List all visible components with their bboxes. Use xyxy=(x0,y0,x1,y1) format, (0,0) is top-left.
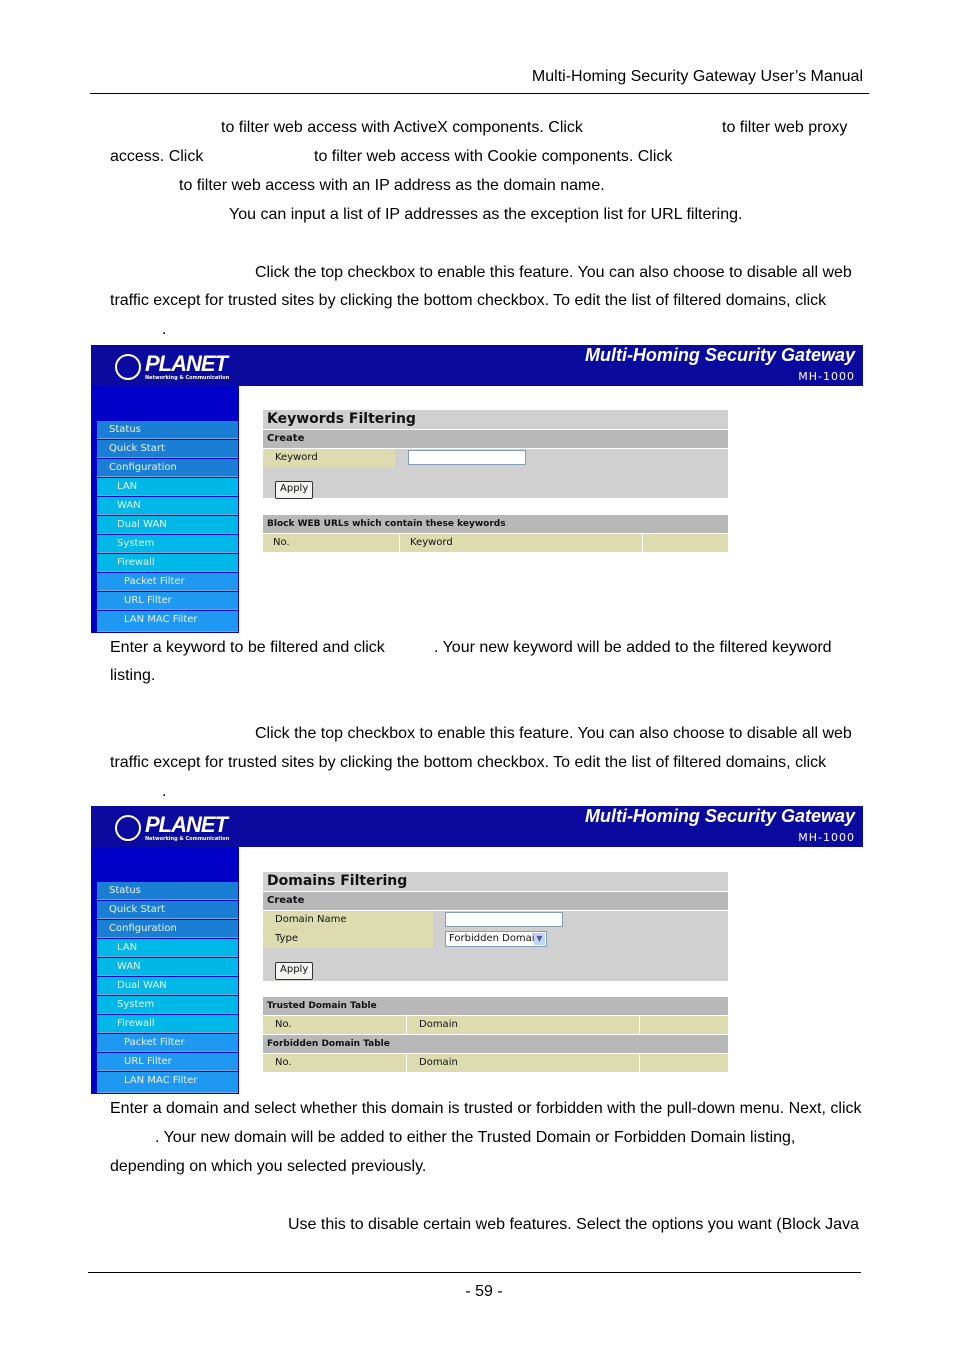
create-header: Create xyxy=(263,430,728,448)
col-no: No. xyxy=(263,1016,407,1034)
text: to filter web access with ActiveX compon… xyxy=(221,119,583,136)
text: traffic except for trusted sites by clic… xyxy=(110,754,827,771)
menu-dual-wan[interactable]: Dual WAN xyxy=(97,516,238,534)
apply-row: Apply xyxy=(263,468,728,499)
text: You can input a list of IP addresses as … xyxy=(229,206,743,223)
keywords-filtering-screenshot: PLANET Networking & Communication Multi-H… xyxy=(91,345,863,633)
apply-button[interactable]: Apply xyxy=(275,962,314,980)
menu-wan[interactable]: WAN xyxy=(97,497,238,515)
model-name: MH-1000 xyxy=(798,370,855,383)
keyword-input[interactable] xyxy=(408,450,526,465)
text: traffic except for trusted sites by clic… xyxy=(110,292,827,309)
sidebar: Status Quick Start Configuration LAN WAN… xyxy=(91,847,239,1094)
type-row: Type Forbidden Domain ▼ xyxy=(263,930,728,949)
product-title: Multi-Homing Security Gateway xyxy=(584,345,855,365)
text: access. Click xyxy=(110,148,204,165)
sidebar: Status Quick Start Configuration LAN WAN… xyxy=(91,386,239,633)
text: Use this to disable certain web features… xyxy=(288,1216,859,1233)
trusted-table-columns: No. Domain xyxy=(263,1016,728,1034)
menu-quick-start[interactable]: Quick Start xyxy=(97,440,238,458)
app-header: PLANET Networking & Communication Multi-H… xyxy=(91,345,863,386)
menu-system[interactable]: System xyxy=(97,535,238,553)
menu-configuration[interactable]: Configuration xyxy=(97,920,238,938)
menu-firewall[interactable]: Firewall xyxy=(97,554,238,572)
col-no: No. xyxy=(263,534,400,552)
menu-system[interactable]: System xyxy=(97,996,238,1014)
header-rule xyxy=(90,93,869,94)
chevron-down-icon: ▼ xyxy=(534,933,545,945)
page-title: Domains Filtering xyxy=(263,872,728,891)
keyword-table-header: Block WEB URLs which contain these keywo… xyxy=(263,515,728,533)
text: Click the top checkbox to enable this fe… xyxy=(255,725,852,742)
text: to filter web access with Cookie compone… xyxy=(314,148,673,165)
text: . Your new keyword will be added to the … xyxy=(434,639,832,656)
trusted-table-header: Trusted Domain Table xyxy=(263,997,728,1015)
menu-url-filter[interactable]: URL Filter xyxy=(97,1053,238,1071)
product-title: Multi-Homing Security Gateway xyxy=(584,806,855,826)
col-domain: Domain xyxy=(407,1054,640,1072)
page-number: - 59 - xyxy=(465,1283,503,1300)
type-select[interactable]: Forbidden Domain ▼ xyxy=(445,931,547,947)
menu-dual-wan[interactable]: Dual WAN xyxy=(97,977,238,995)
menu-packet-filter[interactable]: Packet Filter xyxy=(97,1034,238,1052)
domain-name-label: Domain Name xyxy=(263,911,433,929)
text: to filter web proxy xyxy=(722,119,848,136)
menu-configuration[interactable]: Configuration xyxy=(97,459,238,477)
keyword-row: Keyword xyxy=(263,449,728,468)
text: listing. xyxy=(110,667,156,684)
page-title: Keywords Filtering xyxy=(263,410,728,429)
text: depending on which you selected previous… xyxy=(110,1158,427,1175)
menu-status[interactable]: Status xyxy=(97,882,238,900)
col-keyword: Keyword xyxy=(400,534,643,552)
menu-status[interactable]: Status xyxy=(97,421,238,439)
text: Click the top checkbox to enable this fe… xyxy=(255,264,852,281)
menu-lan[interactable]: LAN xyxy=(97,939,238,957)
model-name: MH-1000 xyxy=(798,831,855,844)
domain-name-row: Domain Name xyxy=(263,911,728,930)
text: Enter a domain and select whether this d… xyxy=(110,1100,862,1117)
menu-lan-mac-filter[interactable]: LAN MAC Filter xyxy=(97,1072,238,1093)
menu-lan-mac-filter[interactable]: LAN MAC Filter xyxy=(97,611,238,632)
type-label: Type xyxy=(263,930,433,948)
menu-lan[interactable]: LAN xyxy=(97,478,238,496)
menu-packet-filter[interactable]: Packet Filter xyxy=(97,573,238,591)
keyword-label: Keyword xyxy=(263,449,395,467)
menu-url-filter[interactable]: URL Filter xyxy=(97,592,238,610)
apply-button[interactable]: Apply xyxy=(275,481,314,499)
menu-quick-start[interactable]: Quick Start xyxy=(97,901,238,919)
menu-firewall[interactable]: Firewall xyxy=(97,1015,238,1033)
text: Enter a keyword to be filtered and click xyxy=(110,639,385,656)
forbidden-table-header: Forbidden Domain Table xyxy=(263,1035,728,1053)
keyword-table-columns: No. Keyword xyxy=(263,534,728,552)
domain-name-input[interactable] xyxy=(445,912,563,927)
app-header: PLANET Networking & Communication Multi-H… xyxy=(91,806,863,847)
create-header: Create xyxy=(263,892,728,910)
col-domain: Domain xyxy=(407,1016,640,1034)
col-no: No. xyxy=(263,1054,407,1072)
forbidden-table-columns: No. Domain xyxy=(263,1054,728,1072)
text: . Your new domain will be added to eithe… xyxy=(155,1129,796,1146)
running-header: Multi-Homing Security Gateway User’s Man… xyxy=(531,68,863,85)
footer-rule xyxy=(88,1272,861,1273)
text: . xyxy=(162,783,167,800)
menu-wan[interactable]: WAN xyxy=(97,958,238,976)
text: to filter web access with an IP address … xyxy=(179,177,605,194)
manual-page: Multi-Homing Security Gateway User’s Man… xyxy=(0,0,954,1350)
text: . xyxy=(162,321,167,338)
domains-filtering-screenshot: PLANET Networking & Communication Multi-H… xyxy=(91,806,863,1094)
apply-row: Apply xyxy=(263,949,728,981)
